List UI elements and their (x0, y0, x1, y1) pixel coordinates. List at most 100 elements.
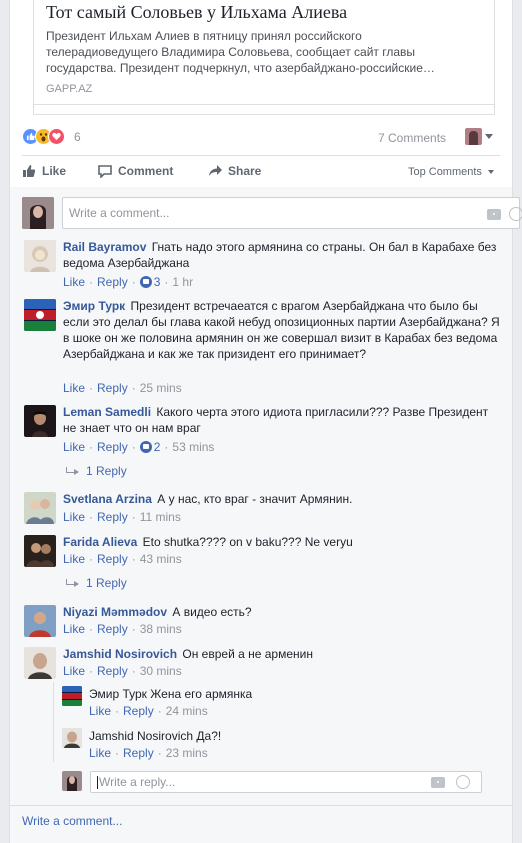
comment-reply-link[interactable]: Reply (97, 381, 128, 395)
comment-text: Eto shutka???? on v baku??? Ne veryu (142, 535, 353, 549)
comment-author-link[interactable]: Niyazi Məmmədov (63, 605, 167, 619)
comment-timestamp[interactable]: 11 mins (140, 510, 181, 524)
comment-body: Niyazi Məmmədov А видео есть? (63, 604, 503, 620)
reply-body: Эмир Турк Жена его армянка (89, 686, 479, 702)
avatar[interactable] (24, 240, 56, 272)
camera-icon[interactable] (431, 777, 445, 788)
comment-timestamp[interactable]: 25 mins (140, 381, 182, 395)
share-button[interactable]: Share (208, 164, 261, 178)
reply-reply-link[interactable]: Reply (123, 746, 154, 760)
comment-body: Rail Bayramov Гнать надо этого армянина … (63, 239, 503, 271)
like-button-label: Like (42, 164, 67, 178)
write-comment-link[interactable]: Write a comment... (22, 814, 122, 828)
comment-author-link[interactable]: Svetlana Arzina (63, 492, 152, 506)
reply-thread-line (53, 682, 54, 762)
comment-like-link[interactable]: Like (63, 381, 85, 395)
avatar[interactable] (24, 299, 56, 331)
comment-timestamp[interactable]: 30 mins (140, 664, 182, 678)
comment-author-link[interactable]: Farida Alieva (63, 535, 137, 549)
comment-like-link[interactable]: Like (63, 664, 85, 678)
comment-author-link[interactable]: Эмир Турк (63, 299, 125, 313)
comment-reply-link[interactable]: Reply (97, 440, 128, 454)
viewer-avatar-large[interactable] (22, 197, 54, 229)
comment-text: А у нас, кто враг - значит Армянин. (157, 492, 353, 506)
avatar[interactable] (62, 728, 82, 748)
comment-like-count[interactable]: 2 (154, 440, 161, 454)
chevron-down-icon[interactable] (485, 134, 493, 139)
comment-input[interactable]: Write a comment... (62, 197, 522, 229)
comment-meta: Like · Reply · 2 · 53 mins (63, 440, 215, 454)
comment-reply-link[interactable]: Reply (97, 622, 128, 636)
avatar[interactable] (62, 686, 82, 706)
top-comments-label: Top Comments (407, 166, 482, 178)
action-bar: Like Comment Share Top Comments (22, 160, 500, 186)
top-comments-dropdown[interactable]: Top Comments (408, 166, 494, 178)
reply-input-placeholder: Write a reply... (99, 775, 176, 789)
thumbs-up-icon (22, 164, 36, 178)
comment-author-link[interactable]: Jamshid Nosirovich (63, 647, 177, 661)
comment-text: Он еврей а не арменин (182, 647, 313, 661)
comment-reply-link[interactable]: Reply (97, 510, 128, 524)
comment-input-placeholder: Write a comment... (69, 206, 170, 220)
reply-author-link[interactable]: Эмир Турк (89, 687, 147, 701)
comment-reply-link[interactable]: Reply (97, 275, 128, 289)
reply-arrow-icon (66, 467, 80, 475)
comment-author-link[interactable]: Leman Samedli (63, 405, 151, 419)
comment-like-link[interactable]: Like (63, 552, 85, 566)
comment-like-link[interactable]: Like (63, 510, 85, 524)
reply-timestamp[interactable]: 23 mins (166, 746, 208, 760)
view-replies-link[interactable]: 1 Reply (66, 464, 127, 478)
emoji-icon[interactable] (456, 775, 470, 789)
comment-button[interactable]: Comment (98, 164, 174, 179)
reaction-count[interactable]: 6 (74, 130, 81, 144)
reply-like-link[interactable]: Like (89, 746, 111, 760)
reply-reply-link[interactable]: Reply (123, 704, 154, 718)
like-badge-icon (139, 276, 152, 288)
reply-meta: Like · Reply · 24 mins (89, 704, 208, 718)
comment-timestamp[interactable]: 1 hr (172, 275, 193, 289)
comment-meta: Like · Reply · 43 mins (63, 552, 182, 566)
reply-body: Jamshid Nosirovich Да?! (89, 728, 479, 744)
link-preview-domain: GAPP.AZ (46, 83, 93, 95)
comment-text: А видео есть? (172, 605, 252, 619)
comment-timestamp[interactable]: 38 mins (140, 622, 182, 636)
view-replies-label: 1 Reply (86, 576, 127, 590)
reply-like-link[interactable]: Like (89, 704, 111, 718)
avatar[interactable] (24, 405, 56, 437)
reply-input[interactable]: Write a reply... (90, 771, 482, 793)
reply-text: Жена его армянка (150, 687, 253, 701)
comment-author-link[interactable]: Rail Bayramov (63, 240, 146, 254)
comment-like-count[interactable]: 3 (154, 275, 161, 289)
view-replies-label: 1 Reply (86, 464, 127, 478)
comment-like-link[interactable]: Like (63, 440, 85, 454)
avatar[interactable] (24, 535, 56, 567)
reply-author-link[interactable]: Jamshid Nosirovich (89, 729, 193, 743)
like-button[interactable]: Like (22, 164, 66, 178)
reply-timestamp[interactable]: 24 mins (166, 704, 208, 718)
comment-like-link[interactable]: Like (63, 275, 85, 289)
comment-reply-link[interactable]: Reply (97, 552, 128, 566)
avatar[interactable] (24, 605, 56, 637)
comment-timestamp[interactable]: 53 mins (172, 440, 214, 454)
comment-reply-link[interactable]: Reply (97, 664, 128, 678)
comment-meta: Like · Reply · 11 mins (63, 510, 181, 524)
comment-body: Leman Samedli Какого черта этого идиота … (63, 404, 503, 436)
comments-count-link[interactable]: 7 Comments (378, 131, 446, 145)
comment-timestamp[interactable]: 43 mins (140, 552, 182, 566)
comment-meta: Like · Reply · 25 mins (63, 381, 182, 395)
link-preview-title[interactable]: Тот самый Соловьев у Ильхама Алиева (46, 2, 347, 23)
link-preview[interactable]: Тот самый Соловьев у Ильхама Алиева През… (33, 0, 495, 105)
emoji-icon[interactable] (509, 207, 522, 221)
comment-button-label: Comment (118, 164, 174, 178)
avatar[interactable] (24, 492, 56, 524)
camera-icon[interactable] (487, 209, 501, 220)
divider (10, 805, 512, 806)
view-replies-link[interactable]: 1 Reply (66, 576, 127, 590)
viewer-avatar[interactable] (465, 128, 482, 145)
comment-body: Jamshid Nosirovich Он еврей а не арменин (63, 646, 503, 662)
link-preview-bottom-edge (33, 105, 495, 115)
viewer-avatar-small[interactable] (62, 771, 82, 791)
love-reaction-icon[interactable] (48, 128, 65, 145)
avatar[interactable] (24, 647, 56, 679)
comment-like-link[interactable]: Like (63, 622, 85, 636)
